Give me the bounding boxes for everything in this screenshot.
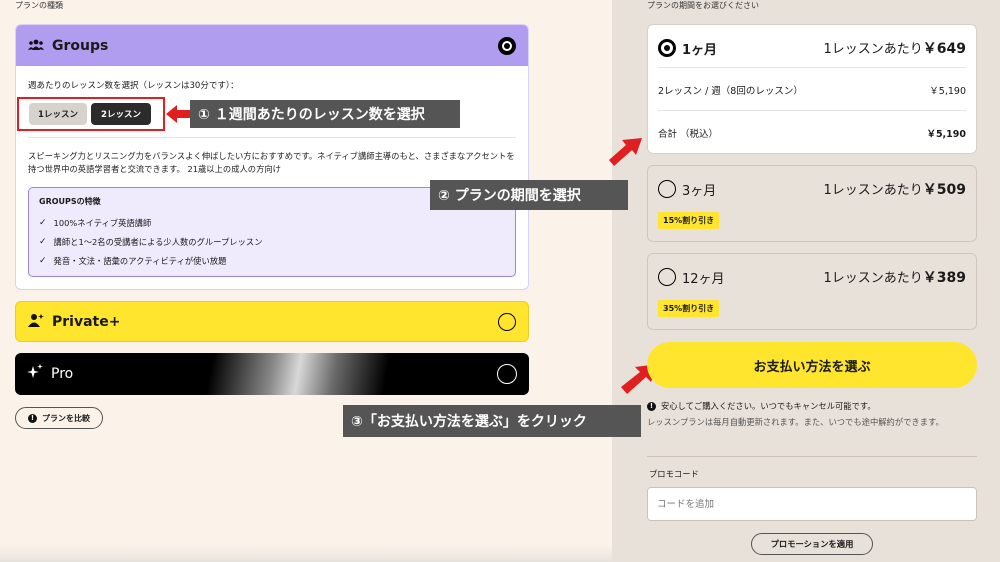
groups-description: スピーキング力とリスニング力をバランスよく伸ばしたい方におすすめです。ネイティブ…: [28, 151, 515, 174]
pro-radio[interactable]: [497, 364, 517, 384]
pro-plan-name: Pro: [51, 366, 74, 382]
groups-plan-header[interactable]: Groups: [16, 25, 528, 66]
compare-plans-button[interactable]: ! プランを比較: [15, 407, 103, 429]
per-lesson-price: 1レッスンあたり￥389: [823, 270, 966, 286]
lesson-option-1[interactable]: 1レッスン: [29, 103, 87, 125]
divider: [647, 456, 977, 457]
private-plus-plan-card[interactable]: Private+: [15, 301, 529, 342]
auto-renew-note: レッスンプランは毎月自動更新されます。また、いつでも途中解約ができます。: [647, 417, 944, 427]
period-radio[interactable]: [658, 268, 676, 286]
info-icon: !: [28, 413, 37, 423]
period-option-1-month[interactable]: 1ヶ月 1レッスンあたり￥649 2レッスン / 週（8回のレッスン） ￥5,19…: [647, 24, 977, 154]
annotation-step2: ② プランの期間を選択: [430, 180, 628, 210]
person-sparkle-icon: [28, 312, 44, 331]
check-icon: ✓: [39, 255, 47, 266]
apply-promo-button[interactable]: プロモーションを適用: [751, 533, 873, 555]
private-plus-plan-name: Private+: [52, 313, 121, 330]
discount-badge: 35%割り引き: [658, 300, 720, 317]
per-lesson-price: 1レッスンあたり￥649: [823, 41, 966, 57]
period-row: 1ヶ月 1レッスンあたり￥649: [658, 37, 966, 59]
group-people-icon: [28, 36, 44, 55]
red-arrow-left-icon: [166, 105, 192, 123]
total-row: 合計 （税込） ￥5,190: [658, 129, 966, 140]
lesson-count-prompt: 週あたりのレッスン数を選択（レッスンは30分です）：: [28, 81, 239, 91]
check-icon: ✓: [39, 217, 47, 228]
discount-badge: 15%割り引き: [658, 212, 720, 229]
period-radio[interactable]: [658, 180, 676, 198]
feature-item: ✓ 講師と1〜2名の受講者による少人数のグループレッスン: [39, 236, 263, 247]
info-icon: !: [647, 401, 656, 411]
promo-code-input[interactable]: [647, 487, 977, 521]
period-section-label: プランの期間をお選びください: [647, 1, 759, 10]
lesson-detail-row: 2レッスン / 週（8回のレッスン） ￥5,190: [658, 86, 966, 97]
safe-purchase-note: ! 安心してご購入ください。いつでもキャンセル可能です。: [647, 400, 876, 412]
groups-radio-selected[interactable]: [498, 36, 516, 55]
period-label: 1ヶ月: [682, 42, 718, 58]
period-row: 12ヶ月 1レッスンあたり￥389: [658, 266, 966, 288]
pro-plan-card[interactable]: Pro: [15, 353, 529, 395]
divider: [658, 110, 966, 111]
sparkle-icon: [27, 364, 43, 384]
lesson-option-2[interactable]: 2レッスン: [91, 103, 151, 125]
divider: [658, 67, 966, 68]
period-option-3-months[interactable]: 3ヶ月 1レッスンあたり￥509 15%割り引き: [647, 165, 977, 242]
promo-code-label: プロモコード: [649, 469, 699, 479]
red-arrow-up-right-icon: [609, 138, 642, 166]
groups-plan-card[interactable]: Groups 週あたりのレッスン数を選択（レッスンは30分です）： 1レッスン …: [15, 24, 529, 290]
feature-item: ✓ 発音・文法・語彙のアクティビティが使い放題: [39, 255, 227, 266]
groups-plan-name: Groups: [52, 37, 109, 54]
annotation-step3: ③「お支払い方法を選ぶ」をクリック: [343, 405, 641, 437]
period-option-12-months[interactable]: 12ヶ月 1レッスンあたり￥389 35%割り引き: [647, 253, 977, 330]
bottom-shade: [0, 546, 612, 562]
period-label: 3ヶ月: [682, 183, 717, 199]
private-plus-radio[interactable]: [498, 312, 516, 331]
per-lesson-price: 1レッスンあたり￥509: [823, 182, 966, 198]
period-row: 3ヶ月 1レッスンあたり￥509: [658, 178, 966, 200]
feature-item: ✓ 100%ネイティブ英語講師: [39, 217, 152, 228]
check-icon: ✓: [39, 236, 47, 247]
period-label: 12ヶ月: [682, 271, 725, 287]
choose-payment-button[interactable]: お支払い方法を選ぶ: [647, 342, 977, 388]
divider: [28, 137, 516, 138]
period-radio-selected[interactable]: [658, 39, 676, 57]
plan-section-label: プランの種類: [15, 1, 63, 10]
annotation-step1: ① １週間あたりのレッスン数を選択: [190, 100, 460, 128]
